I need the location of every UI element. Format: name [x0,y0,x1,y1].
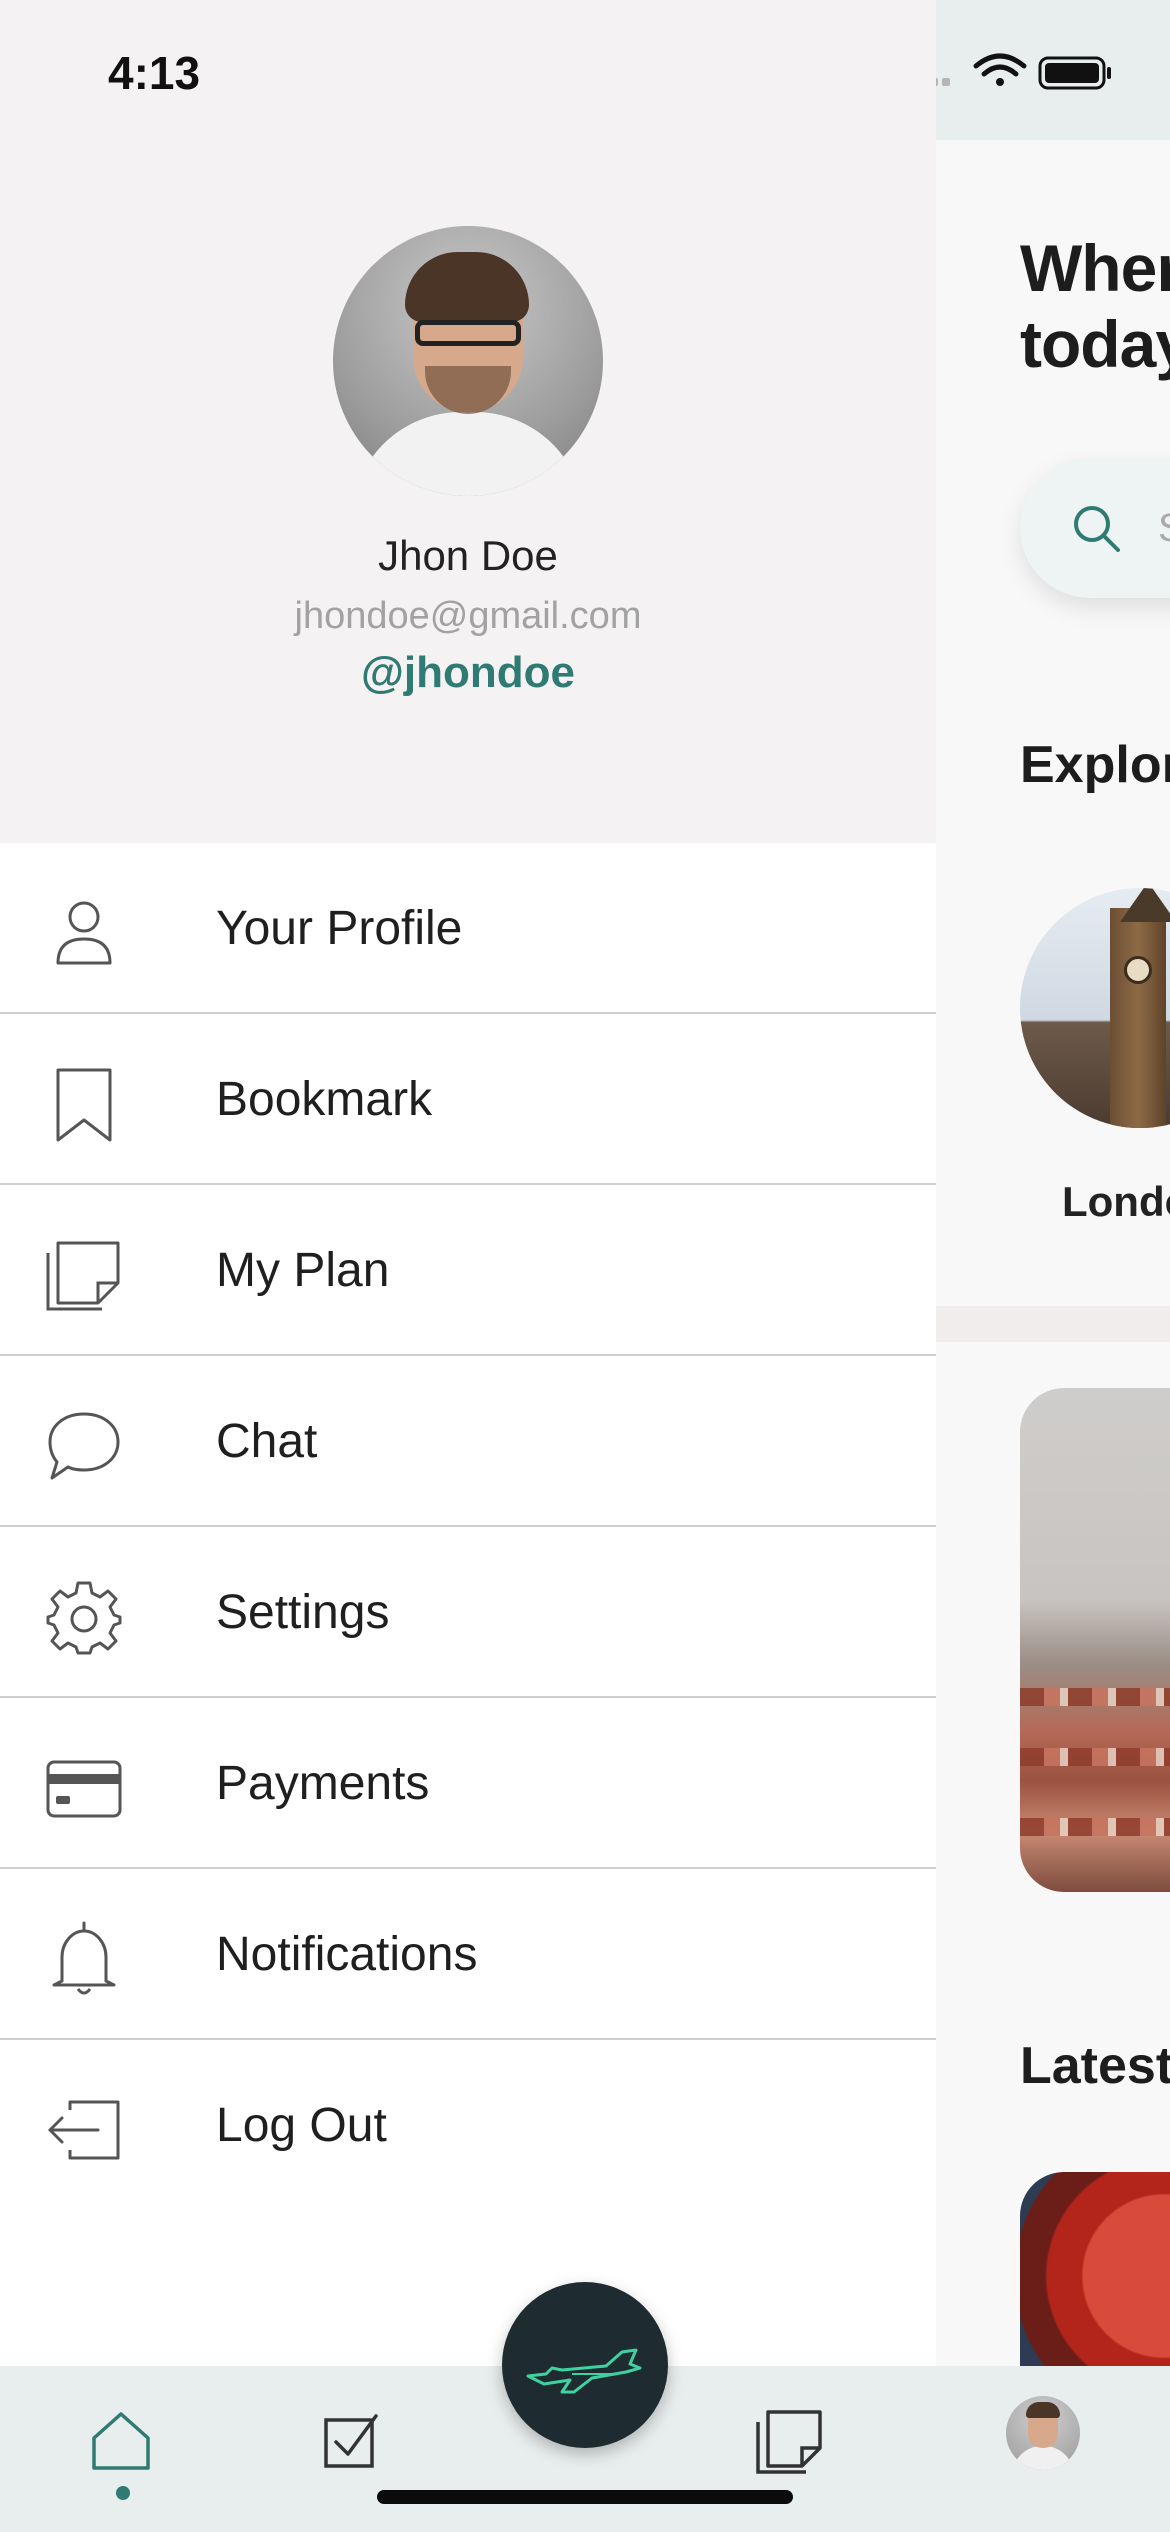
avatar-hair [1026,2402,1060,2418]
gear-icon [46,1581,122,1655]
search-placeholder: S [1158,506,1170,551]
menu-label: Bookmark [216,1073,433,1126]
battery-icon [1038,56,1111,90]
menu-label: My Plan [216,1244,390,1297]
checkbox-icon[interactable] [316,2406,386,2476]
menu-item-my-plan[interactable]: My Plan [0,1185,936,1356]
avatar-beard [425,366,511,414]
roof-row [1020,1818,1170,1836]
menu-item-your-profile[interactable]: Your Profile [0,843,936,1014]
tower-spire-shape [1120,888,1170,922]
menu-item-notifications[interactable]: Notifications [0,1869,936,2040]
flights-fab-button[interactable] [502,2282,668,2448]
avatar-glasses [415,320,521,346]
credit-card-icon [46,1760,122,1818]
home-indicator [377,2490,793,2504]
roof-row [1020,1688,1170,1706]
menu-item-settings[interactable]: Settings [0,1527,936,1698]
plan-note-icon [46,1241,120,1311]
explore-city-image[interactable] [1020,888,1170,1128]
drawer-header: 4:13 Jhon Doe jhondoe@gmail.com @jhondoe [0,0,936,843]
chat-bubble-icon [48,1412,120,1480]
main-screen: Wher today S Explor Londo Latest [936,0,1170,2532]
menu-label: Settings [216,1586,390,1639]
airplane-icon [526,2348,642,2394]
clock-tower-shape [1110,908,1166,1128]
navigation-drawer: 4:13 Jhon Doe jhondoe@gmail.com @jhondoe… [0,0,936,2366]
menu-label: Your Profile [216,902,463,955]
profile-tab-avatar[interactable] [1006,2396,1080,2470]
bell-icon [52,1921,116,1995]
notes-icon[interactable] [754,2406,824,2476]
menu-label: Payments [216,1757,430,1810]
bookmark-icon [56,1068,112,1142]
status-time: 4:13 [108,47,201,99]
menu-item-log-out[interactable]: Log Out [0,2040,936,2211]
active-tab-indicator [116,2486,130,2500]
user-handle[interactable]: @jhondoe [0,648,936,698]
search-icon [1074,506,1120,552]
explore-title: Explor [1020,736,1170,794]
explore-city-label: Londo [1062,1178,1170,1225]
menu-item-chat[interactable]: Chat [0,1356,936,1527]
section-divider [936,1306,1170,1342]
wifi-icon [973,53,1027,86]
home-icon[interactable] [86,2406,156,2476]
menu-item-bookmark[interactable]: Bookmark [0,1014,936,1185]
menu-item-payments[interactable]: Payments [0,1698,936,1869]
latest-title: Latest [1020,2037,1170,2095]
user-email: jhondoe@gmail.com [294,595,642,637]
avatar-hair [405,252,529,322]
featured-city-photo[interactable] [1020,1388,1170,1892]
avatar[interactable] [333,226,603,496]
status-icons [906,53,1111,90]
main-headline: Wher today [1020,231,1170,381]
menu-label: Log Out [216,2099,387,2152]
search-bar[interactable]: S [1020,458,1170,598]
roof-row [1020,1748,1170,1766]
logout-icon [48,2100,120,2160]
user-icon [56,901,112,965]
user-name: Jhon Doe [378,532,558,579]
menu-label: Chat [216,1415,318,1468]
avatar-shirt [351,412,585,496]
avatar-shirt [1012,2446,1074,2470]
menu-label: Notifications [216,1928,478,1981]
clock-face-shape [1124,956,1152,984]
